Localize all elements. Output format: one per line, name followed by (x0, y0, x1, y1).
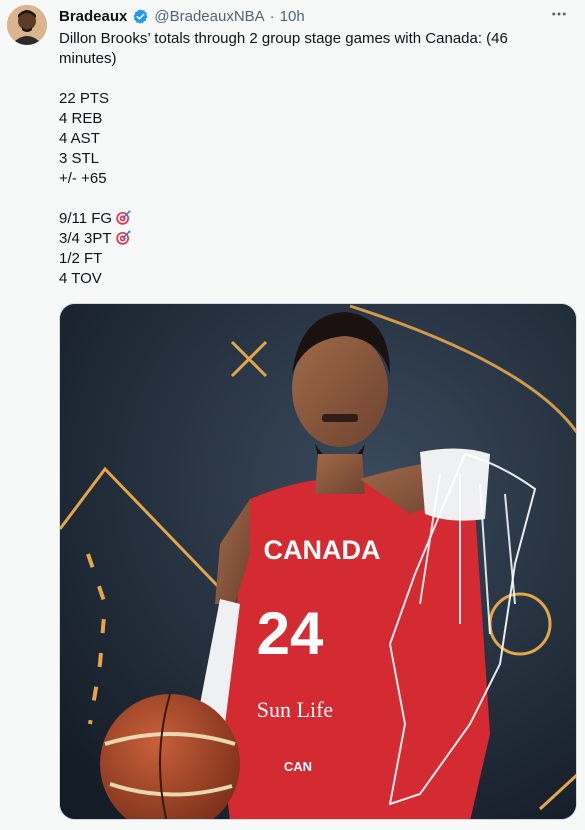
shorts-text: CAN (284, 759, 312, 774)
author-handle[interactable]: @BradeauxNBA (154, 8, 264, 25)
more-horizontal-icon[interactable] (547, 4, 571, 24)
sponsor-text: Sun Life (257, 697, 333, 722)
jersey-team-text: CANADA (264, 535, 381, 565)
tweet-header: Bradeaux @BradeauxNBA · 10h (59, 6, 305, 26)
jersey-number-text: 24 (257, 600, 324, 667)
tweet-line: Dillon Brooks’ totals through 2 group st… (59, 30, 508, 47)
verified-badge-icon (132, 8, 149, 25)
shooting-line: 1/2 FT (59, 249, 559, 269)
stat-line: 4 REB (59, 110, 103, 127)
avatar[interactable] (7, 5, 47, 45)
header-separator: · (269, 7, 275, 25)
stat-line: +/- +65 (59, 170, 107, 187)
stat-line: 22 PTS (59, 90, 110, 107)
shooting-line: 4 TOV (59, 269, 559, 289)
tweet[interactable]: Bradeaux @BradeauxNBA · 10h Dillon Brook… (0, 0, 585, 830)
shooting-text: 1/2 FT (59, 250, 103, 267)
direct-hit-icon (115, 209, 132, 226)
shooting-text: 4 TOV (59, 270, 102, 287)
tweet-text: Dillon Brooks’ totals through 2 group st… (59, 29, 559, 289)
shooting-text: 9/11 FG (59, 210, 113, 227)
direct-hit-icon (115, 229, 132, 246)
tweet-line: minutes) (59, 50, 117, 67)
author-name[interactable]: Bradeaux (59, 8, 127, 25)
shooting-line: 3/4 3PT (59, 229, 559, 249)
stat-line: 4 AST (59, 130, 100, 147)
tweet-timestamp[interactable]: 10h (280, 8, 305, 25)
shooting-line: 9/11 FG (59, 209, 559, 229)
tweet-photo[interactable]: CANADA 24 Sun Life CAN (59, 303, 577, 820)
shooting-text: 3/4 3PT (59, 230, 112, 247)
stat-line: 3 STL (59, 150, 100, 167)
